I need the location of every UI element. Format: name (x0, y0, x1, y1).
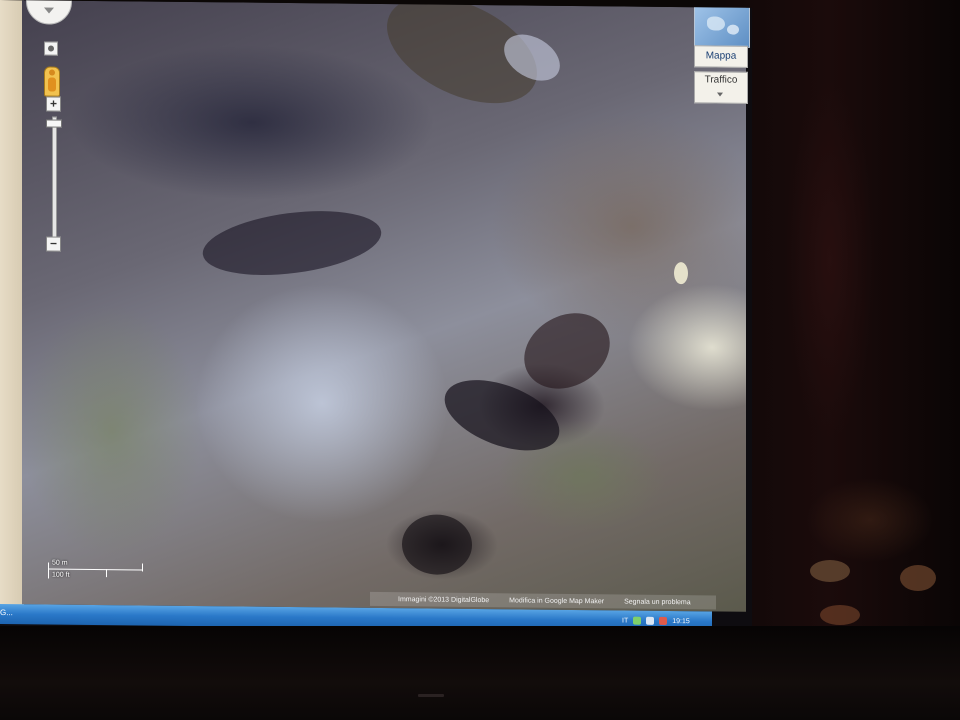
map-highlight (674, 262, 688, 285)
room-glint (810, 560, 850, 582)
street-view-pegman-icon[interactable] (44, 66, 60, 97)
taskbar-item[interactable]: G... (0, 608, 13, 617)
room-glint (820, 605, 860, 625)
map-maker-link[interactable]: Modifica in Google Map Maker (509, 597, 604, 605)
earth-view-thumbnail[interactable] (694, 5, 750, 48)
room-glint (900, 565, 936, 591)
clock[interactable]: 19:15 (672, 618, 690, 625)
network-icon[interactable] (633, 616, 642, 625)
traffic-label: Traffico (704, 74, 738, 86)
map-scale: 50 m 100 ft (48, 559, 148, 586)
zoom-out-button[interactable]: − (46, 236, 61, 252)
map-shadow (402, 514, 472, 575)
monitor-bezel (0, 626, 960, 720)
satellite-map[interactable] (22, 0, 746, 612)
monitor-power-led (418, 694, 444, 697)
zoom-slider-track[interactable] (52, 116, 57, 241)
zoom-slider-handle[interactable] (46, 119, 62, 129)
navigation-dot[interactable] (44, 41, 58, 56)
traffic-layer-button[interactable]: Traffico (694, 71, 748, 104)
report-problem-link[interactable]: Segnala un problema (624, 598, 691, 606)
scale-metric-label: 50 m (52, 559, 68, 567)
chevron-down-icon (717, 92, 723, 97)
scale-tick (142, 563, 143, 572)
scale-tick (106, 569, 107, 578)
room-background (720, 0, 960, 720)
scale-imperial-label: 100 ft (52, 571, 70, 579)
zoom-in-button[interactable]: + (46, 96, 61, 112)
map-shadow (198, 201, 386, 285)
security-icon[interactable] (659, 616, 668, 625)
browser-left-panel (0, 0, 24, 606)
scale-tick (48, 562, 49, 579)
language-indicator[interactable]: IT (622, 617, 628, 624)
imagery-credit: Immagini ©2013 DigitalGlobe (398, 595, 490, 604)
monitor-screen: + − 50 m 100 ft Mappa Traffico Immagini … (0, 0, 752, 634)
map-type-button[interactable]: Mappa (694, 45, 748, 68)
pan-down-icon[interactable] (44, 7, 54, 14)
volume-icon[interactable] (646, 616, 655, 625)
scale-bar (48, 568, 142, 571)
map-shadow (510, 298, 624, 404)
